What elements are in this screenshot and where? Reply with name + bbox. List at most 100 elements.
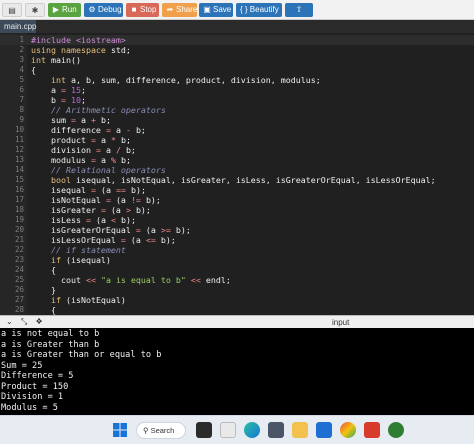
file-explorer-icon[interactable] xyxy=(292,422,308,438)
output-console[interactable]: a is not equal to ba is Greater than ba … xyxy=(0,328,474,415)
code-line[interactable]: 28 { xyxy=(0,305,474,315)
code-text: if (isequal) xyxy=(31,255,111,265)
windows-taskbar: ⚲ Search xyxy=(0,415,474,444)
line-number: 14 xyxy=(14,165,24,174)
search-label: Search xyxy=(150,426,175,435)
code-text: cout << "a is equal to b" << endl; xyxy=(31,275,231,285)
line-number: 11 xyxy=(14,135,24,144)
code-text: isGreater = (a > b); xyxy=(31,205,151,215)
code-text: { xyxy=(31,305,56,315)
code-line[interactable]: 1 #include <iostream> xyxy=(0,35,474,45)
start-icon[interactable] xyxy=(112,422,128,438)
debug-button[interactable]: ⚙ Debug xyxy=(84,3,123,17)
line-number: 18 xyxy=(14,205,24,214)
line-number: 15 xyxy=(14,175,24,184)
line-number: 2 xyxy=(19,45,24,54)
beautify-button[interactable]: { } Beautify xyxy=(236,3,282,17)
share-button[interactable]: ➦ Share xyxy=(162,3,197,17)
line-number: 13 xyxy=(14,155,24,164)
code-text: #include <iostream> xyxy=(31,35,126,45)
output-line: Modulus = 5 xyxy=(1,402,58,413)
code-line[interactable]: 18 isGreater = (a > b); xyxy=(0,205,474,215)
line-number: 10 xyxy=(14,125,24,134)
code-editor[interactable]: 1 #include <iostream> 2 using namespace std… xyxy=(0,33,474,315)
code-text: difference = a - b; xyxy=(31,125,146,135)
line-number: 27 xyxy=(14,295,24,304)
code-line[interactable]: 26 } xyxy=(0,285,474,295)
code-line[interactable]: 3 int main() xyxy=(0,55,474,65)
stop-button[interactable]: ■ Stop xyxy=(126,3,159,17)
code-line[interactable]: 16 isequal = (a == b); xyxy=(0,185,474,195)
panel-control-icons[interactable]: ⌄ ⤡ ❖ xyxy=(6,317,46,327)
code-text: sum = a + b; xyxy=(31,115,111,125)
code-line[interactable]: 19 isLess = (a < b); xyxy=(0,215,474,225)
code-line[interactable]: 23 if (isequal) xyxy=(0,255,474,265)
code-line[interactable]: 24 { xyxy=(0,265,474,275)
line-number: 6 xyxy=(19,85,24,94)
file-tab-bar: main.cpp xyxy=(0,20,474,33)
code-line[interactable]: 15 bool isequal, isNotEqual, isGreater, … xyxy=(0,175,474,185)
line-number: 24 xyxy=(14,265,24,274)
code-line[interactable]: 13 modulus = a % b; xyxy=(0,155,474,165)
code-text: { xyxy=(31,65,36,75)
code-line[interactable]: 17 isNotEqual = (a != b); xyxy=(0,195,474,205)
save-button[interactable]: ▣ Save xyxy=(199,3,233,17)
code-line[interactable]: 4{ xyxy=(0,65,474,75)
app-icon[interactable] xyxy=(268,422,284,438)
code-text: // if statement xyxy=(31,245,126,255)
app-icon-2[interactable] xyxy=(388,422,404,438)
line-number: 7 xyxy=(19,95,24,104)
run-label: Run xyxy=(62,5,77,14)
file-icon: ▤ xyxy=(8,6,16,15)
code-text: a = 15; xyxy=(31,85,86,95)
run-button[interactable]: ▶ Run xyxy=(48,3,81,17)
settings-button[interactable]: ✱ xyxy=(25,3,45,17)
output-panel-header: ⌄ ⤡ ❖ input xyxy=(0,315,474,328)
code-line[interactable]: 9 sum = a + b; xyxy=(0,115,474,125)
code-text: int a, b, sum, difference, product, divi… xyxy=(31,75,321,85)
code-text: { xyxy=(31,265,56,275)
code-text: // Relational operators xyxy=(31,165,166,175)
code-line[interactable]: 25 cout << "a is equal to b" << endl; xyxy=(0,275,474,285)
line-number: 21 xyxy=(14,235,24,244)
code-line[interactable]: 21 isLessOrEqual = (a <= b); xyxy=(0,235,474,245)
tab-label: main.cpp xyxy=(4,22,37,31)
code-line[interactable]: 11 product = a * b; xyxy=(0,135,474,145)
chrome-icon[interactable] xyxy=(340,422,356,438)
line-number: 20 xyxy=(14,225,24,234)
code-text: isNotEqual = (a != b); xyxy=(31,195,161,205)
share-label: Share xyxy=(176,5,198,14)
code-line[interactable]: 2 using namespace std; xyxy=(0,45,474,55)
taskbar-search[interactable]: ⚲ Search xyxy=(136,422,186,439)
security-icon[interactable] xyxy=(364,422,380,438)
code-line[interactable]: 5 int a, b, sum, difference, product, di… xyxy=(0,75,474,85)
upload-button[interactable]: ⇧ xyxy=(285,3,313,17)
tab-main-cpp[interactable]: main.cpp xyxy=(0,20,36,33)
line-number: 4 xyxy=(19,65,24,74)
code-line[interactable]: 20 isGreaterOrEqual = (a >= b); xyxy=(0,225,474,235)
debug-label: Debug xyxy=(98,5,122,14)
code-line[interactable]: 6 a = 15; xyxy=(0,85,474,95)
code-line[interactable]: 27 if (isNotEqual) xyxy=(0,295,474,305)
output-line: a is not equal to b xyxy=(1,329,100,339)
code-text: isequal = (a == b); xyxy=(31,185,146,195)
line-number: 16 xyxy=(14,185,24,194)
code-line[interactable]: 8 // Arithmetic operators xyxy=(0,105,474,115)
new-file-button[interactable]: ▤ xyxy=(2,3,22,17)
code-line[interactable]: 7 b = 10; xyxy=(0,95,474,105)
code-line[interactable]: 22 // if statement xyxy=(0,245,474,255)
line-number: 23 xyxy=(14,255,24,264)
output-line: a is Greater than or equal to b xyxy=(1,350,162,360)
code-line[interactable]: 12 division = a / b; xyxy=(0,145,474,155)
widgets-icon[interactable] xyxy=(220,422,236,438)
edge-icon[interactable] xyxy=(244,422,260,438)
line-number: 17 xyxy=(14,195,24,204)
output-line: Division = 1 xyxy=(1,392,64,402)
task-view-icon[interactable] xyxy=(196,422,212,438)
line-number: 1 xyxy=(19,35,24,44)
code-text: using namespace std; xyxy=(31,45,131,55)
code-line[interactable]: 14 // Relational operators xyxy=(0,165,474,175)
store-icon[interactable] xyxy=(316,422,332,438)
code-line[interactable]: 10 difference = a - b; xyxy=(0,125,474,135)
code-text: // Arithmetic operators xyxy=(31,105,166,115)
